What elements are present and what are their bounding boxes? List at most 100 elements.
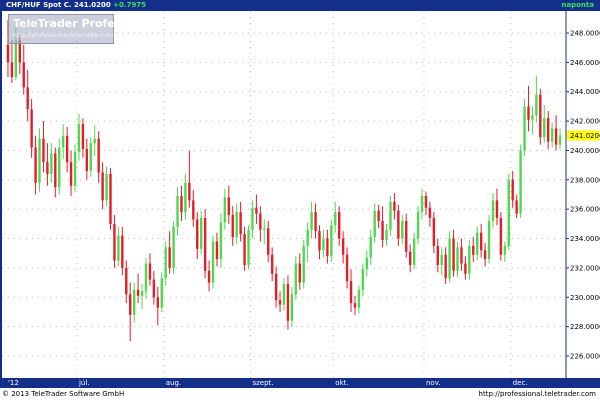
candle-body-down: [121, 235, 124, 268]
candle-body-down: [22, 62, 25, 88]
candle-body-up: [117, 235, 120, 261]
candle-body-down: [464, 263, 467, 274]
candle-body-up: [310, 212, 313, 230]
candle-body-up: [263, 228, 266, 230]
candle-body-down: [381, 220, 384, 241]
candle-body-up: [61, 135, 65, 148]
candle-body-up: [294, 263, 298, 295]
candle-body-down: [405, 220, 408, 252]
candle-body-down: [243, 234, 246, 265]
candle-body-down: [180, 195, 183, 213]
candle-body-down: [432, 217, 436, 246]
candle-body-down: [196, 219, 199, 249]
x-tick-label: aug.: [165, 379, 182, 387]
candle-body-up: [503, 245, 507, 255]
x-tick-label: '12: [8, 379, 19, 387]
candle-body-down: [278, 300, 282, 305]
candle-body-up: [456, 247, 459, 271]
y-tick-label: 240.0000: [570, 147, 600, 155]
candle-body-up: [487, 220, 491, 260]
candle-body-up: [38, 138, 41, 183]
candle-body-down: [318, 231, 321, 251]
y-tick-label: 230.0000: [570, 294, 600, 302]
candle-body-down: [393, 201, 396, 211]
y-tick-label: 246.0000: [570, 59, 600, 67]
candle-body-up: [373, 210, 376, 238]
candle-body-down: [69, 162, 73, 186]
x-axis-strip: '12júl.aug.szept.okt.nov.dec.'13: [0, 378, 600, 388]
candle-body-up: [105, 173, 108, 201]
y-tick-label: 238.0000: [570, 176, 600, 184]
candle-body-down: [192, 200, 195, 220]
candle-body-up: [89, 143, 92, 172]
candle-body-down: [227, 197, 230, 216]
y-tick-label: 234.0000: [570, 235, 600, 243]
candle-body-down: [10, 62, 14, 78]
y-tick-label: 248.0000: [570, 30, 600, 38]
teletrader-link[interactable]: http://professional.teletrader.com: [479, 390, 596, 398]
candle-body-down: [136, 289, 140, 296]
candle-body-down: [397, 210, 400, 239]
candle-body-down: [341, 238, 345, 255]
candle-body-down: [326, 238, 329, 257]
candle-body-down: [436, 245, 439, 265]
candle-body-up: [519, 150, 522, 214]
candle-body-down: [148, 263, 152, 280]
candle-body-down: [188, 182, 191, 201]
candle-body-up: [14, 40, 18, 78]
candle-body-up: [140, 291, 144, 296]
candle-body-up: [401, 220, 404, 239]
candle-body-down: [511, 179, 514, 201]
candle-body-up: [535, 94, 538, 116]
candle-body-down: [207, 270, 211, 283]
candle-body-up: [334, 212, 337, 226]
candle-body-down: [479, 232, 483, 251]
candle-body-up: [282, 284, 286, 305]
candle-body-up: [448, 238, 451, 279]
candle-body-down: [109, 173, 112, 224]
candle-body-down: [546, 118, 550, 142]
candle-body-up: [144, 263, 148, 292]
candle-body-up: [389, 201, 392, 230]
candle-body-down: [408, 251, 412, 265]
candle-body-up: [73, 151, 77, 186]
candle-body-down: [338, 212, 341, 239]
candle-body-down: [428, 207, 432, 218]
candle-body-up: [523, 106, 526, 151]
candle-body-up: [132, 289, 136, 315]
candle-body-up: [491, 200, 495, 221]
candle-body-up: [235, 212, 238, 238]
candle-body-down: [215, 241, 219, 260]
candle-body-up: [164, 247, 167, 279]
candle-body-up: [219, 222, 223, 260]
last-price-label: 241.0200: [570, 132, 600, 140]
candle-body-down: [168, 247, 171, 268]
candle-body-down: [42, 138, 45, 163]
candle-body-up: [361, 269, 365, 290]
candlestick-chart[interactable]: 226.0000 228.0000 230.0000 232.0000 234.0000…: [0, 0, 600, 388]
candle-body-down: [424, 195, 428, 208]
candle-body-up: [58, 147, 61, 188]
candle-body-down: [515, 200, 518, 214]
candle-body-up: [558, 135, 562, 145]
candle-body-down: [101, 172, 104, 201]
candle-body-up: [306, 229, 309, 246]
candle-body-up: [550, 128, 554, 142]
candle-body-down: [54, 153, 57, 188]
candle-body-down: [495, 200, 499, 218]
candle-body-down: [274, 273, 278, 301]
candle-body-up: [330, 225, 333, 257]
candle-body-up: [476, 232, 479, 255]
candle-body-up: [385, 229, 388, 241]
candle-body-up: [172, 226, 175, 268]
candle-body-down: [152, 279, 156, 298]
candle-body-down: [377, 210, 380, 221]
candle-body-up: [531, 115, 534, 120]
candle-body-down: [539, 94, 542, 138]
y-tick-label: 232.0000: [570, 264, 600, 272]
candle-body-down: [129, 294, 132, 315]
y-tick-label: 242.0000: [570, 118, 600, 126]
candle-body-down: [26, 87, 29, 110]
candle-body-up: [357, 289, 361, 308]
candle-body-up: [290, 294, 294, 321]
